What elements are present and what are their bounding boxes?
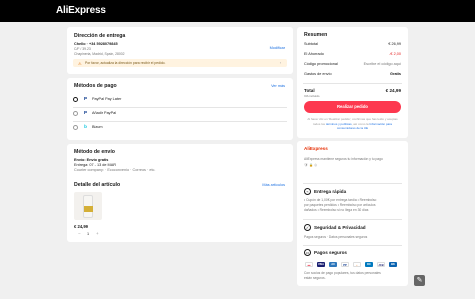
secure-payments-note-1: Con socios de pago populares, tus datos … xyxy=(304,271,381,275)
address-notice[interactable]: ⚠ Por favor, actualiza la dirección para… xyxy=(73,59,287,67)
item-price: € 24,99 xyxy=(74,224,88,229)
payment-label: Añadir PayPal xyxy=(92,111,117,115)
fast-delivery-1: • Cupón de 1,00€ por entrega tardía • Re… xyxy=(304,198,377,202)
terms-link[interactable]: términos y políticas xyxy=(326,122,352,126)
bizum-icon: b xyxy=(84,124,87,129)
subtotal-row: Subtotal € 26,99 xyxy=(304,42,401,48)
payment-option-paypal-later[interactable]: P PayPal Pay Later xyxy=(73,95,287,104)
divider xyxy=(303,219,402,220)
shipping-courier: Courier company: · Ecoconvenio · Correos… xyxy=(74,168,156,172)
fast-delivery-2: por paquetes perdidos • Reembolso por ar… xyxy=(304,203,376,207)
shipping-cost-value: Gratis xyxy=(390,72,401,76)
divider xyxy=(303,183,402,184)
radio-unselected[interactable] xyxy=(73,110,78,116)
payment-option-add-paypal[interactable]: P Añadir PayPal xyxy=(73,109,287,118)
chevron-right-icon: › xyxy=(279,61,281,65)
divider xyxy=(303,245,402,246)
security-badges-icon: 🛡 🔒 ◎ xyxy=(304,163,317,167)
diners-logo-icon: DC xyxy=(365,262,373,267)
payment-card: Métodos de pago Ver más P PayPal Pay Lat… xyxy=(67,78,293,140)
product-label-band xyxy=(84,206,93,212)
secure-payments-note-2: están seguros. xyxy=(304,276,326,280)
quantity-value: 1 xyxy=(87,232,90,236)
truck-icon: ⌁ xyxy=(304,188,311,195)
divider xyxy=(73,107,287,108)
discount-value: -€ 2,00 xyxy=(389,52,401,56)
card-icon: ▭ xyxy=(304,249,311,256)
aliexpress-logo[interactable]: AliExpress xyxy=(56,5,106,16)
shield-icon: ✓ xyxy=(304,224,311,231)
radio-unselected[interactable] xyxy=(73,124,78,130)
jcb-logo-icon: JCB xyxy=(377,262,385,267)
subtotal-value: € 26,99 xyxy=(388,42,401,46)
notice-text: Por favor, actualiza la dirección para r… xyxy=(85,61,166,65)
address-card: Dirección de entrega Chello · +34 592807… xyxy=(67,27,293,74)
visa-logo-icon: VISA xyxy=(317,262,325,267)
discount-label: El Ahorrado xyxy=(304,52,324,56)
shipping-delivery: Entrega: 07 - 13 de MAR xyxy=(74,163,116,167)
top-bar: AliExpress xyxy=(0,0,475,22)
paypal-icon: P xyxy=(83,110,87,115)
total-value: € 24,99 xyxy=(385,88,401,93)
subtotal-label: Subtotal xyxy=(304,42,318,46)
payment-title: Métodos de pago xyxy=(74,83,117,89)
promo-label: Código promocional xyxy=(304,62,338,66)
quantity-stepper: − 1 + xyxy=(74,231,104,237)
security-note: Pagos seguros · Datos personales seguros xyxy=(304,235,368,239)
shipping-card: Método de envío Envío: Envío gratis Entr… xyxy=(67,144,293,242)
product-bottle xyxy=(83,195,93,218)
trust-card: AliExpress AliExpress mantiene seguros t… xyxy=(297,141,408,286)
view-more-payment-link[interactable]: Ver más xyxy=(271,84,285,88)
items-title: Detalle del artículo xyxy=(74,182,121,188)
trust-brand: AliExpress xyxy=(304,146,328,151)
divider xyxy=(73,121,287,122)
edit-icon[interactable]: ✎ xyxy=(414,275,425,286)
address-title: Dirección de entrega xyxy=(74,33,126,39)
summary-title: Resumen xyxy=(304,32,328,38)
increase-quantity-button[interactable]: + xyxy=(96,231,99,236)
payment-option-bizum[interactable]: b Bizum xyxy=(73,123,287,132)
legal-text-2: , así como la xyxy=(351,121,369,126)
total-note: IVA incluido xyxy=(304,94,320,98)
payment-label: PayPal Pay Later xyxy=(92,97,122,101)
security-title: Seguridad & Privacidad xyxy=(314,225,366,230)
fast-delivery-3: dañados • Reembolso si no llega en 30 dí… xyxy=(304,208,369,212)
product-image[interactable] xyxy=(74,192,102,220)
warning-icon: ⚠ xyxy=(78,62,82,66)
shipping-method: Envío: Envío gratis xyxy=(74,158,109,162)
radio-selected[interactable] xyxy=(73,96,78,102)
address-line1: C/F / 39.23 xyxy=(74,47,91,51)
shipping-title: Método de envío xyxy=(74,149,115,155)
promo-input[interactable]: Escribe el código aquí xyxy=(364,62,401,66)
decrease-quantity-button[interactable]: − xyxy=(78,231,81,236)
mastercard-logo-icon: ●● xyxy=(305,262,313,267)
fast-delivery-title: Entrega rápida xyxy=(314,189,347,194)
shipping-cost-label: Gastos de envío xyxy=(304,72,332,76)
paypal-logo-icon: PP xyxy=(341,262,349,267)
payment-label: Bizum xyxy=(92,125,103,129)
shipping-cost-row: Gastos de envío Gratis xyxy=(304,72,401,78)
more-items-link[interactable]: Más artículos xyxy=(262,183,285,187)
place-order-button[interactable]: Realizar pedido xyxy=(304,101,401,113)
address-name: Chello · +34 5928079845 xyxy=(74,42,118,46)
address-line2: Chapineria, Madrid, Spain, 28002 xyxy=(74,52,125,56)
paypal-icon: P xyxy=(83,96,87,101)
modify-address-link[interactable]: Modificar xyxy=(270,46,285,50)
summary-card: Resumen Subtotal € 26,99 El Ahorrado -€ … xyxy=(297,27,408,138)
promo-row[interactable]: Código promocional Escribe el código aqu… xyxy=(304,62,401,68)
bank-logo-icon: BK xyxy=(389,262,397,267)
legal-text: Al hacer clic en 'Realizar pedido', conf… xyxy=(305,117,400,131)
discount-row: El Ahorrado -€ 2,00 xyxy=(304,52,401,58)
divider xyxy=(303,83,402,84)
maestro-logo-icon: ◐ xyxy=(353,262,361,267)
trust-brand-note: AliExpress mantiene seguros tu informaci… xyxy=(304,157,383,161)
total-label: Total xyxy=(304,88,315,93)
secure-payments-title: Pagos seguros xyxy=(314,250,347,255)
amex-logo-icon: AX xyxy=(329,262,337,267)
